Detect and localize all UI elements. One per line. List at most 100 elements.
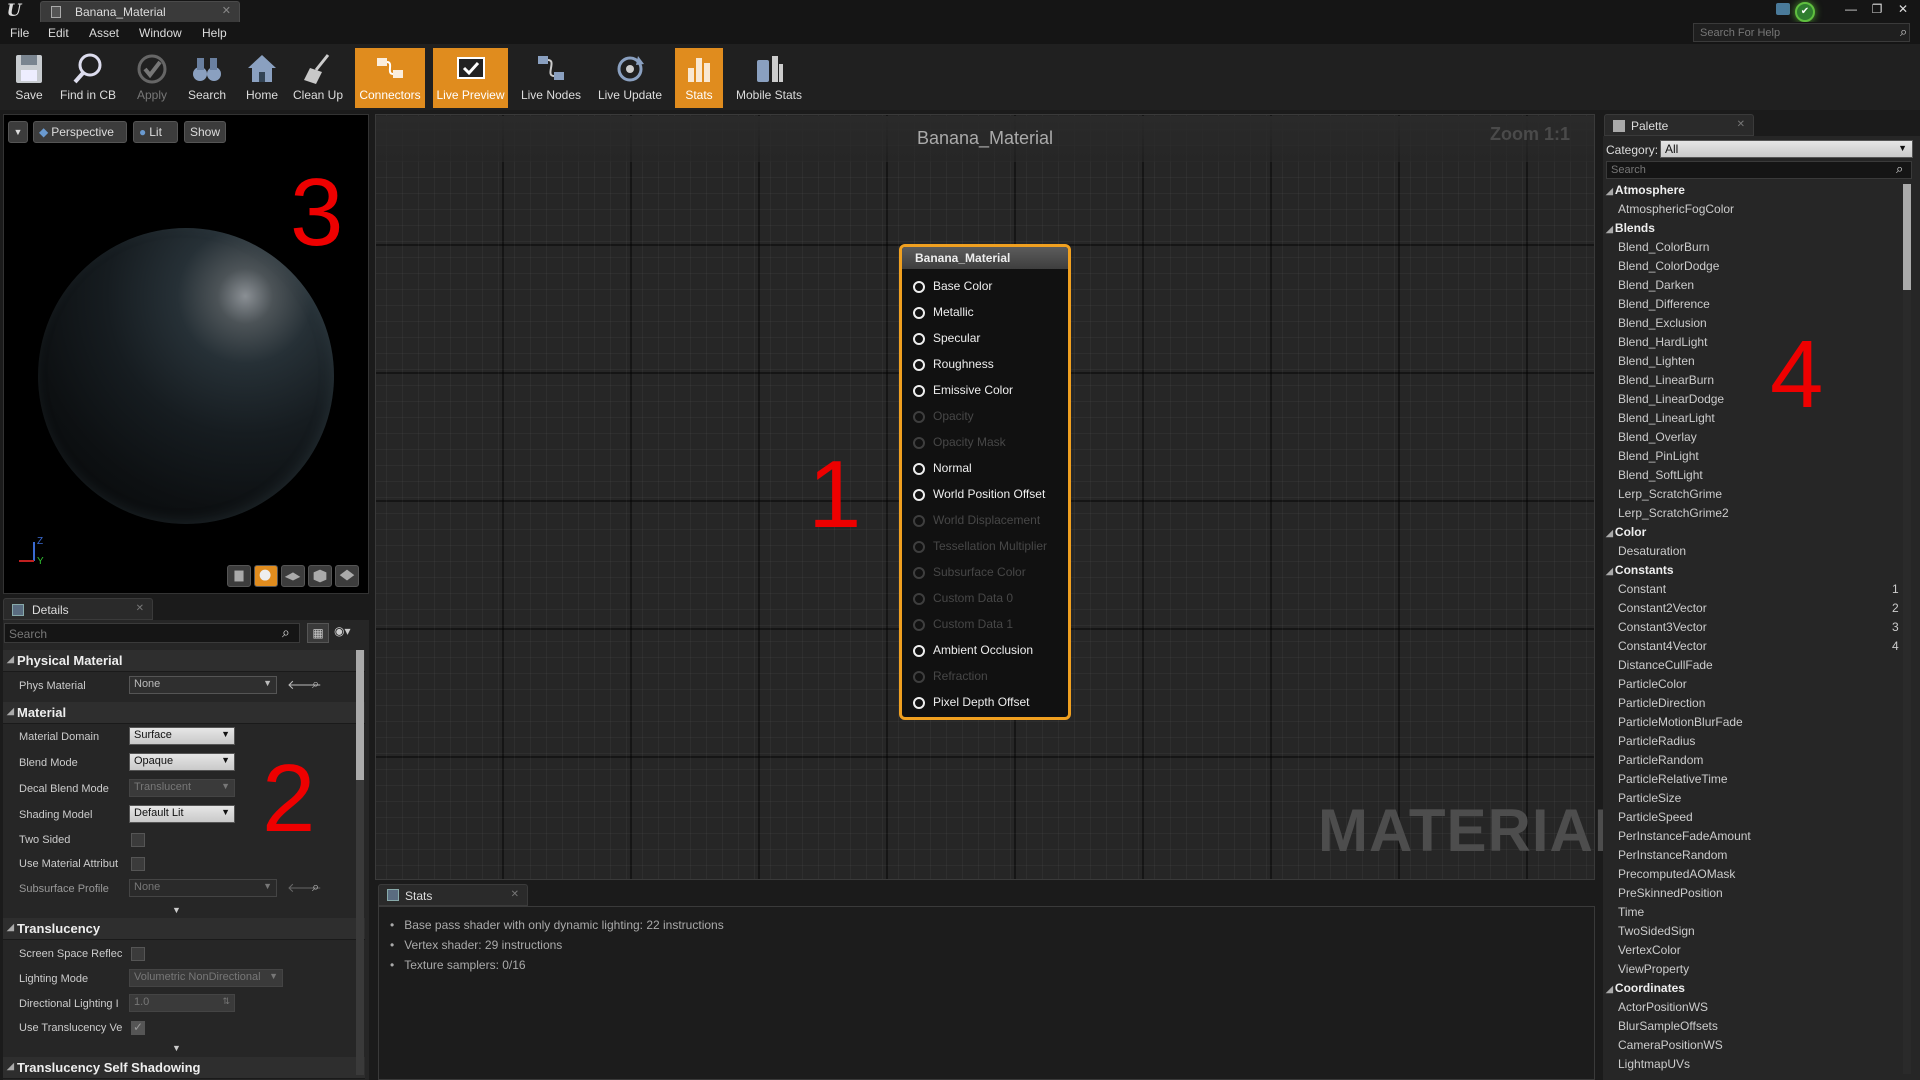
details-search-input[interactable]: Search xyxy=(4,623,300,643)
node-title[interactable]: Banana_Material xyxy=(902,247,1068,269)
palette-item[interactable]: BlurSampleOffsets xyxy=(1618,1019,1718,1033)
palette-item[interactable]: Lerp_ScratchGrime xyxy=(1618,487,1722,501)
palette-category[interactable]: ◢ Coordinates xyxy=(1606,981,1685,995)
section-translucency[interactable]: ◢ Translucency xyxy=(3,918,365,940)
minimize-button[interactable]: — xyxy=(1840,1,1862,17)
palette-item[interactable]: Desaturation xyxy=(1618,544,1686,558)
palette-item[interactable]: PreSkinnedPosition xyxy=(1618,886,1723,900)
menu-file[interactable]: File xyxy=(10,26,29,40)
details-scrollbar[interactable] xyxy=(356,650,364,1075)
palette-item[interactable]: Blend_SoftLight xyxy=(1618,468,1703,482)
palette-item[interactable]: Blend_PinLight xyxy=(1618,449,1699,463)
palette-item[interactable]: CameraPositionWS xyxy=(1618,1038,1723,1052)
restore-button[interactable]: ❐ xyxy=(1866,1,1888,17)
phys-material-dropdown[interactable]: None ▼ xyxy=(129,676,277,694)
palette-item[interactable]: Time xyxy=(1618,905,1644,919)
palette-item[interactable]: Blend_ColorDodge xyxy=(1618,259,1719,273)
input-pin-icon[interactable] xyxy=(913,489,925,501)
menu-edit[interactable]: Edit xyxy=(48,26,69,40)
document-tab[interactable]: Banana_Material ✕ xyxy=(40,1,240,22)
palette-item[interactable]: PerInstanceRandom xyxy=(1618,848,1727,862)
home-button[interactable]: Home xyxy=(238,48,286,108)
palette-tab[interactable]: Palette ✕ xyxy=(1604,114,1754,136)
use-translucency-checkbox[interactable] xyxy=(131,1020,145,1035)
category-dropdown[interactable]: All ▼ xyxy=(1660,140,1913,158)
view-options-eye-icon[interactable]: ◉▾ xyxy=(334,624,351,638)
viewport-options-button[interactable]: ▼ xyxy=(8,121,28,143)
section-translucency-self-shadowing[interactable]: ◢ Translucency Self Shadowing xyxy=(3,1057,365,1079)
live-nodes-button[interactable]: Live Nodes xyxy=(516,48,586,108)
close-tab-icon[interactable]: ✕ xyxy=(1737,119,1745,130)
use-material-attributes-checkbox[interactable] xyxy=(131,857,145,871)
browse-magnifier-icon[interactable]: ⌕ xyxy=(312,676,319,692)
input-pin-icon[interactable] xyxy=(913,463,925,475)
input-pin-icon[interactable] xyxy=(913,645,925,657)
input-pin-icon[interactable] xyxy=(913,359,925,371)
palette-item[interactable]: Blend_HardLight xyxy=(1618,335,1707,349)
connectors-button[interactable]: Connectors xyxy=(355,48,425,108)
palette-item[interactable]: TwoSidedSign xyxy=(1618,924,1695,938)
advanced-expand-icon[interactable]: ▼ xyxy=(172,905,181,915)
palette-item[interactable]: Blend_Lighten xyxy=(1618,354,1695,368)
input-pin-icon[interactable] xyxy=(913,697,925,709)
two-sided-checkbox[interactable] xyxy=(131,833,145,847)
palette-item[interactable]: Lerp_ScratchGrime2 xyxy=(1618,506,1729,520)
palette-category[interactable]: ◢ Atmosphere xyxy=(1606,183,1685,197)
palette-item[interactable]: ParticleRandom xyxy=(1618,753,1703,767)
close-tab-icon[interactable]: ✕ xyxy=(222,4,231,17)
close-window-button[interactable]: ✕ xyxy=(1892,1,1914,17)
palette-scrollbar[interactable] xyxy=(1903,184,1911,1074)
perspective-button[interactable]: ◆ Perspective xyxy=(33,121,127,143)
palette-item[interactable]: Constant2Vector xyxy=(1618,601,1707,615)
blend-mode-dropdown[interactable]: Opaque ▼ xyxy=(129,753,235,771)
palette-item[interactable]: Blend_Overlay xyxy=(1618,430,1697,444)
screen-space-reflections-checkbox[interactable] xyxy=(131,947,145,961)
find-in-cb-button[interactable]: Find in CB xyxy=(56,48,120,108)
show-button[interactable]: Show xyxy=(184,121,226,143)
lighting-mode-dropdown[interactable]: Volumetric NonDirectional ▼ xyxy=(129,969,283,987)
apply-button[interactable]: Apply xyxy=(126,48,178,108)
palette-item[interactable]: VertexColor xyxy=(1618,943,1681,957)
stats-tab[interactable]: Stats ✕ xyxy=(378,884,528,906)
input-pin-icon[interactable] xyxy=(913,333,925,345)
palette-item[interactable]: ParticleSize xyxy=(1618,791,1681,805)
section-physical-material[interactable]: ◢ Physical Material xyxy=(3,650,365,672)
palette-category[interactable]: ◢ Color xyxy=(1606,525,1646,539)
material-domain-dropdown[interactable]: Surface ▼ xyxy=(129,727,235,745)
palette-category[interactable]: ◢ Constants xyxy=(1606,563,1674,577)
mobile-stats-button[interactable]: Mobile Stats xyxy=(731,48,807,108)
preview-cube-button[interactable] xyxy=(308,565,332,587)
palette-scrollbar-thumb[interactable] xyxy=(1903,184,1911,290)
details-scrollbar-thumb[interactable] xyxy=(356,650,364,780)
search-button[interactable]: Search xyxy=(182,48,232,108)
browse-magnifier-icon[interactable]: ⌕ xyxy=(312,879,319,895)
palette-item[interactable]: DistanceCullFade xyxy=(1618,658,1713,672)
close-tab-icon[interactable]: ✕ xyxy=(511,889,519,900)
clean-up-button[interactable]: Clean Up xyxy=(290,48,346,108)
palette-item[interactable]: ParticleMotionBlurFade xyxy=(1618,715,1743,729)
palette-item[interactable]: Blend_LinearDodge xyxy=(1618,392,1724,406)
details-tab[interactable]: Details ✕ xyxy=(3,598,153,620)
palette-item[interactable]: Blend_LinearBurn xyxy=(1618,373,1714,387)
directional-lighting-intensity-field[interactable]: 1.0 ⇅ xyxy=(129,994,235,1012)
palette-item[interactable]: ParticleDirection xyxy=(1618,696,1705,710)
input-pin-icon[interactable] xyxy=(913,307,925,319)
palette-item[interactable]: ActorPositionWS xyxy=(1618,1000,1708,1014)
palette-item[interactable]: Blend_Darken xyxy=(1618,278,1694,292)
source-control-icon[interactable]: ✔ xyxy=(1795,2,1815,22)
preview-sphere-button[interactable] xyxy=(254,565,278,587)
property-matrix-icon[interactable]: ▦ xyxy=(307,623,329,643)
palette-item[interactable]: ParticleColor xyxy=(1618,677,1687,691)
palette-item[interactable]: Blend_LinearLight xyxy=(1618,411,1715,425)
unreal-logo-icon[interactable]: U xyxy=(4,1,24,21)
palette-item[interactable]: LightmapUVs xyxy=(1618,1057,1690,1071)
section-material[interactable]: ◢ Material xyxy=(3,702,365,724)
menu-asset[interactable]: Asset xyxy=(89,26,119,40)
menu-window[interactable]: Window xyxy=(139,26,182,40)
notification-icon[interactable] xyxy=(1776,3,1790,15)
advanced-expand-icon[interactable]: ▼ xyxy=(172,1043,181,1053)
live-preview-button[interactable]: Live Preview xyxy=(433,48,508,108)
stats-button[interactable]: Stats xyxy=(675,48,723,108)
help-search-input[interactable]: Search For Help xyxy=(1693,23,1910,42)
palette-item[interactable]: Blend_Difference xyxy=(1618,297,1710,311)
